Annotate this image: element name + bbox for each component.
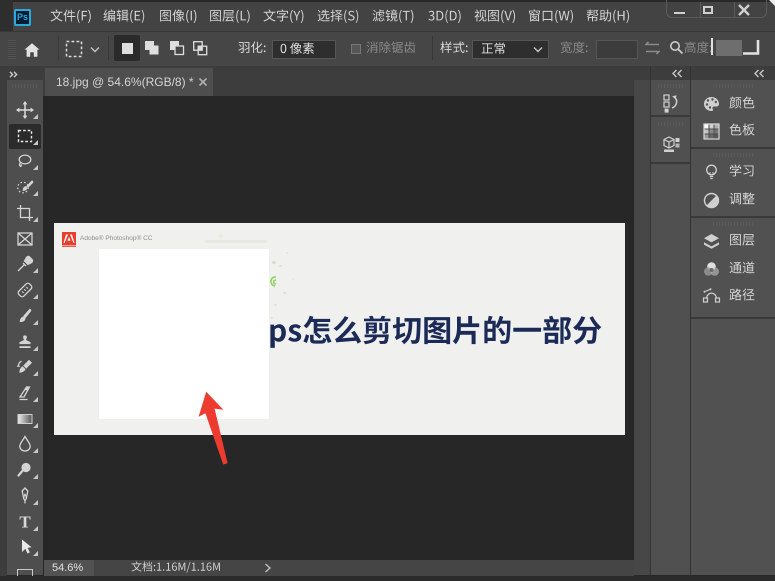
svg-text:T: T: [19, 513, 31, 531]
